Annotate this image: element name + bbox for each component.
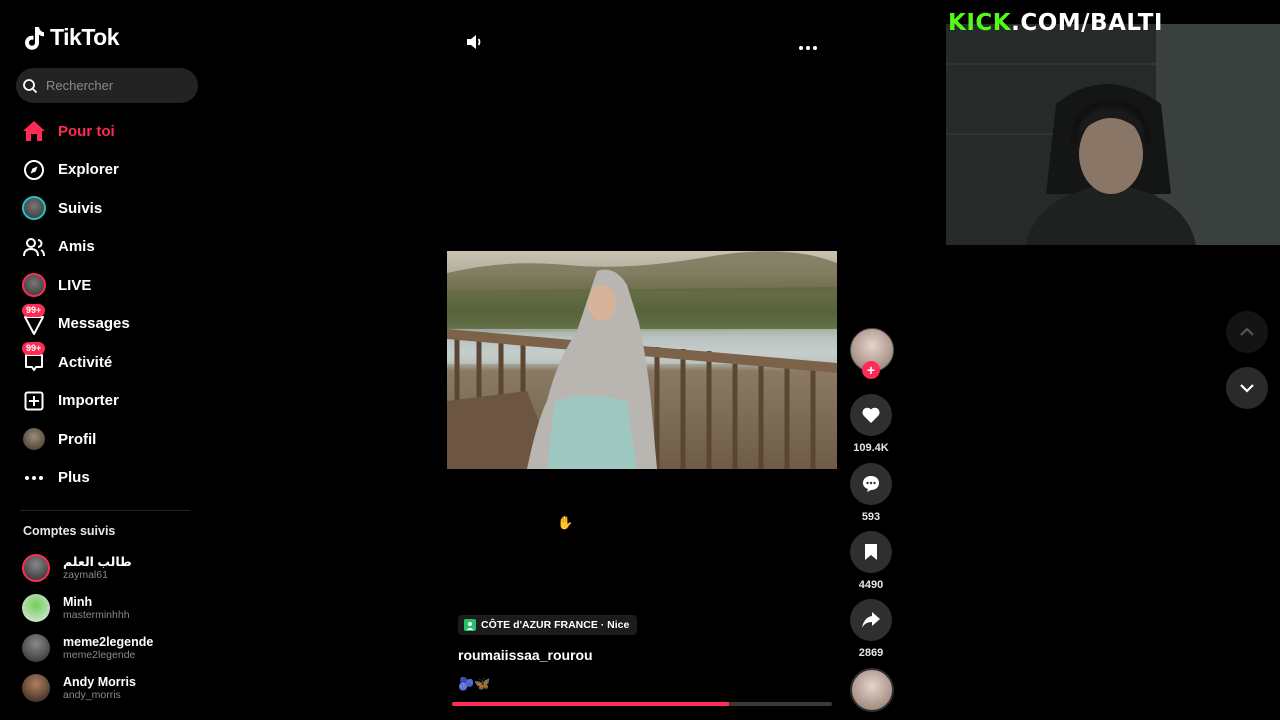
video-author-username[interactable]: roumaiissaa_rourou	[458, 647, 593, 663]
previous-video-button[interactable]	[1226, 311, 1268, 353]
share-count: 2869	[858, 647, 884, 659]
bookmark-icon	[865, 544, 877, 560]
nav-label: Amis	[58, 238, 95, 256]
account-name: meme2legende	[63, 634, 154, 649]
nav-label: Pour toi	[58, 122, 115, 140]
account-handle: zaymal61	[63, 568, 108, 581]
nav-item-activite[interactable]: 99+ Activité	[20, 342, 200, 382]
nav-item-explorer[interactable]: Explorer	[20, 151, 200, 190]
share-button[interactable]	[850, 599, 892, 641]
nav-item-importer[interactable]: Importer	[20, 382, 200, 421]
more-icon	[20, 464, 48, 492]
nav-label: Profil	[58, 430, 97, 448]
account-handle: meme2legende	[63, 648, 136, 661]
streamer-webcam	[946, 24, 1280, 245]
live-avatar-icon	[20, 271, 48, 299]
activity-badge: 99+	[22, 342, 46, 356]
more-horizontal-icon	[799, 46, 817, 50]
location-text: CÔTE d'AZUR FRANCE · Nice	[481, 619, 630, 631]
account-name: Minh	[63, 594, 93, 609]
sidebar: TikTok Pour toi Explorer Suivis	[0, 0, 210, 720]
search-input[interactable]	[44, 77, 198, 94]
location-pin-icon	[464, 619, 476, 631]
location-tag[interactable]: CÔTE d'AZUR FRANCE · Nice	[458, 615, 638, 635]
profile-avatar-icon	[20, 425, 48, 453]
compass-icon	[20, 156, 48, 184]
nav-label: Plus	[58, 469, 90, 487]
nav-label: Explorer	[58, 161, 119, 179]
home-icon	[20, 117, 48, 145]
nav-item-suivis[interactable]: Suivis	[20, 189, 200, 228]
comment-button[interactable]	[850, 463, 892, 505]
upload-icon	[20, 387, 48, 415]
activity-icon: 99+	[20, 342, 48, 376]
nav-label: Suivis	[58, 199, 103, 217]
nav-item-messages[interactable]: 99+ Messages	[20, 303, 200, 344]
account-handle: andy_morris	[63, 688, 121, 701]
sidebar-divider	[20, 510, 190, 511]
comment-count: 593	[861, 511, 881, 523]
nav-item-plus[interactable]: Plus	[20, 459, 200, 498]
messages-badge: 99+	[22, 303, 46, 317]
account-name: Andy Morris	[63, 674, 136, 689]
following-account[interactable]: meme2legende meme2legende	[22, 628, 202, 668]
follow-plus-button[interactable]: +	[862, 361, 880, 379]
account-avatar	[22, 634, 50, 662]
like-count: 109.4K	[853, 442, 889, 454]
nav-item-amis[interactable]: Amis	[20, 228, 200, 267]
following-list: طالب العلم zaymal61 Minh masterminhhh me…	[22, 548, 202, 708]
following-section-title: Comptes suivis	[23, 524, 116, 538]
nav-item-pour-toi[interactable]: Pour toi	[20, 112, 200, 151]
kick-url-text: .COM/BALTI	[1011, 10, 1163, 36]
tiktok-logo[interactable]: TikTok	[22, 24, 120, 51]
following-account[interactable]: Minh masterminhhh	[22, 588, 202, 628]
next-video-button[interactable]	[1226, 367, 1268, 409]
nav-label: Importer	[58, 392, 119, 410]
save-count: 4490	[858, 579, 884, 591]
video-caption: 🫐🦋	[458, 676, 491, 691]
messages-icon: 99+	[20, 303, 48, 338]
following-account[interactable]: طالب العلم zaymal61	[22, 548, 202, 588]
kick-brand-text: KICK	[948, 10, 1012, 36]
account-handle: masterminhhh	[63, 608, 130, 621]
tiktok-logo-icon	[25, 26, 44, 50]
volume-button[interactable]	[464, 32, 484, 57]
share-icon	[862, 612, 880, 628]
search-bar[interactable]	[16, 68, 198, 103]
account-name: طالب العلم	[63, 554, 132, 569]
following-avatar-icon	[20, 194, 48, 222]
video-progress-bar[interactable]	[452, 702, 832, 706]
account-avatar	[22, 674, 50, 702]
nav-label: Messages	[58, 315, 130, 333]
heart-icon	[862, 407, 880, 423]
chevron-down-icon	[1240, 384, 1254, 393]
nav-label: Activité	[58, 353, 113, 371]
following-account[interactable]: Andy Morris andy_morris	[22, 668, 202, 708]
like-button[interactable]	[850, 394, 892, 436]
friends-icon	[20, 233, 48, 261]
chevron-up-icon	[1240, 327, 1254, 336]
save-button[interactable]	[850, 531, 892, 573]
search-icon	[23, 78, 38, 93]
tiktok-logo-text: TikTok	[50, 24, 120, 50]
kick-channel-watermark: KICK.COM/BALTI	[948, 10, 1163, 36]
nav-item-profil[interactable]: Profil	[20, 420, 200, 459]
volume-icon	[467, 35, 481, 49]
account-avatar	[22, 554, 50, 582]
main-nav: Pour toi Explorer Suivis Amis LIVE 99+ M…	[20, 112, 200, 497]
video-player[interactable]	[447, 251, 837, 469]
nav-label: LIVE	[58, 276, 92, 294]
video-frame-scene	[447, 251, 837, 469]
account-avatar	[22, 594, 50, 622]
nav-item-live[interactable]: LIVE	[20, 266, 200, 305]
video-progress-fill	[452, 702, 730, 706]
music-disc-avatar[interactable]	[850, 668, 894, 712]
comment-icon	[863, 476, 879, 492]
mouse-cursor-icon: ✋	[557, 515, 574, 530]
video-options-button[interactable]	[798, 38, 818, 56]
webcam-feed	[946, 24, 1280, 245]
